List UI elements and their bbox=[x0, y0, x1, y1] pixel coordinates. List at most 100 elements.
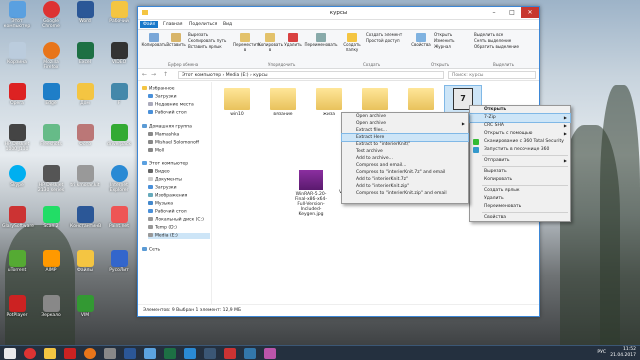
desktop-icon-kit[interactable]: tri kmorar.kit bbox=[70, 165, 100, 188]
desktop-icon-scan[interactable]: Scan 2 bbox=[36, 206, 66, 229]
desktop-icon-paintnet[interactable]: Paint.net bbox=[104, 206, 134, 229]
nav-pictures[interactable]: Изображения bbox=[148, 193, 187, 199]
taskbar-store-icon[interactable] bbox=[144, 348, 156, 359]
cut-button[interactable]: Вырезать bbox=[188, 32, 208, 37]
copy-button[interactable]: Копировать bbox=[141, 33, 167, 48]
sub-compress-email[interactable]: Compress and email... bbox=[342, 162, 468, 169]
edit-button[interactable]: Изменить bbox=[434, 38, 455, 43]
taskbar-player-icon[interactable] bbox=[64, 348, 76, 359]
rename-button[interactable]: Переименовать bbox=[304, 33, 338, 48]
easy-access-button[interactable]: Простой доступ bbox=[366, 38, 400, 43]
desktop-icon-hp2130[interactable]: HP Deskjet 2130 series bbox=[36, 165, 66, 193]
file-item[interactable]: win10 bbox=[219, 88, 255, 117]
select-none-button[interactable]: Снять выделение bbox=[474, 38, 511, 43]
sub-open-archive[interactable]: Open archive bbox=[342, 113, 468, 120]
menu-7zip[interactable]: 7-Zip ▶ bbox=[469, 113, 571, 123]
nav-favorites[interactable]: Избранное bbox=[142, 86, 175, 92]
menu-rename[interactable]: Переименовать bbox=[470, 203, 570, 211]
file-item[interactable]: вязание bbox=[265, 88, 301, 117]
nav-recent[interactable]: Недавние места bbox=[148, 102, 194, 108]
taskbar-chrome-icon[interactable] bbox=[24, 348, 36, 359]
properties-button[interactable]: Свойства bbox=[410, 33, 432, 48]
desktop-icon-video[interactable]: VIDEO bbox=[104, 42, 134, 65]
nav-drive-e[interactable]: Media (E:) bbox=[148, 233, 210, 239]
breadcrumb-computer[interactable]: Этот компьютер bbox=[182, 73, 221, 78]
taskbar-ie-icon[interactable] bbox=[184, 348, 196, 359]
desktop-icon-chrome[interactable]: Google Chrome bbox=[36, 1, 66, 29]
desktop-icon-konst[interactable]: КонстантинВ bbox=[70, 206, 101, 229]
paste-shortcut-button[interactable]: Вставить ярлык bbox=[188, 44, 222, 49]
desktop-icon-recycle[interactable]: Корзина bbox=[2, 42, 32, 65]
desktop-icon-work[interactable]: Рабочий bbox=[104, 1, 134, 24]
paste-button[interactable]: Вставить bbox=[166, 33, 186, 48]
nav-network[interactable]: Сеть bbox=[142, 247, 160, 253]
title-bar[interactable]: курсы – □ ✕ bbox=[138, 7, 539, 20]
desktop-icon-driverpack[interactable]: driverpack bbox=[104, 124, 134, 147]
taskbar-firefox-icon[interactable] bbox=[84, 348, 96, 359]
file-item[interactable] bbox=[403, 88, 439, 112]
forward-arrow-icon[interactable]: → bbox=[151, 71, 156, 78]
move-to-button[interactable]: Переместить в bbox=[233, 33, 261, 52]
history-button[interactable]: Журнал bbox=[434, 44, 451, 49]
start-button[interactable] bbox=[4, 348, 16, 359]
nav-desktop[interactable]: Рабочий стол bbox=[148, 110, 187, 116]
nav-desktop-pc[interactable]: Рабочий стол bbox=[148, 209, 187, 215]
nav-this-pc[interactable]: Этот компьютер bbox=[142, 161, 188, 167]
nav-homegroup[interactable]: Домашняя группа bbox=[142, 124, 192, 130]
tab-file[interactable]: Файл bbox=[140, 21, 159, 28]
new-item-button[interactable]: Создать элемент bbox=[366, 32, 402, 37]
file-item[interactable]: WinRAR-5.20-Final-x86-x64-Full-Version-I… bbox=[293, 170, 329, 217]
desktop-icon-aimp[interactable]: AIMP bbox=[36, 250, 66, 273]
tab-share[interactable]: Поделиться bbox=[186, 21, 220, 28]
tab-home[interactable]: Главная bbox=[160, 21, 185, 28]
clock[interactable]: 11:52 21.04.2017 bbox=[610, 347, 636, 359]
desktop-icon-vim[interactable]: VIM bbox=[70, 295, 100, 318]
menu-create-shortcut[interactable]: Создать ярлык bbox=[470, 187, 570, 195]
desktop-icon-word[interactable]: Word bbox=[70, 1, 100, 24]
desktop-icon-ie[interactable]: Internet Explorer bbox=[104, 165, 134, 193]
nav-documents[interactable]: Документы bbox=[148, 177, 182, 183]
menu-properties[interactable]: Свойства bbox=[470, 214, 570, 222]
taskbar-app-icon[interactable] bbox=[204, 348, 216, 359]
nav-hg-moll[interactable]: Moll bbox=[148, 148, 164, 154]
maximize-button[interactable]: □ bbox=[503, 7, 521, 18]
nav-drive-c[interactable]: Локальный диск (C:) bbox=[148, 217, 204, 223]
desktop-icon-glary[interactable]: GlarySoftware bbox=[2, 206, 34, 229]
desktop-icon-potplayer[interactable]: PotPlayer bbox=[2, 295, 32, 318]
desktop-icon-freeshots[interactable]: Freeshots bbox=[36, 124, 66, 147]
taskbar-app-icon[interactable] bbox=[264, 348, 276, 359]
menu-send-to[interactable]: Отправить ▶ bbox=[470, 157, 570, 165]
sub-extract-to[interactable]: Extract to "interierKnit\" bbox=[342, 141, 468, 148]
desktop-icon-firefox[interactable]: Mozilla Firefox bbox=[36, 42, 66, 70]
desktop-icon-computer[interactable]: Этот компьютер bbox=[2, 1, 32, 29]
minimize-button[interactable]: – bbox=[485, 7, 503, 18]
sub-extract-files[interactable]: Extract files... bbox=[342, 127, 468, 134]
invert-selection-button[interactable]: Обратить выделение bbox=[474, 44, 519, 49]
desktop-icon-files[interactable]: Файлы bbox=[70, 250, 100, 273]
menu-open[interactable]: Открыть bbox=[470, 106, 570, 114]
breadcrumb-courses[interactable]: курсы bbox=[253, 73, 267, 78]
desktop-icon-excel[interactable]: Excel bbox=[70, 42, 100, 65]
sub-add-zip[interactable]: Add to "interierKnit.zip" bbox=[342, 183, 468, 190]
desktop-icon-f[interactable]: F bbox=[104, 83, 134, 106]
back-arrow-icon[interactable]: ← bbox=[142, 71, 147, 78]
taskbar-app-icon[interactable] bbox=[224, 348, 236, 359]
menu-crc-sha[interactable]: CRC SHA ▶ bbox=[470, 122, 570, 130]
up-arrow-icon[interactable]: ↑ bbox=[163, 71, 168, 78]
file-item[interactable] bbox=[357, 88, 393, 112]
nav-hg-mishael[interactable]: Mishael Solomonoff bbox=[148, 140, 199, 146]
nav-music[interactable]: Музыка bbox=[148, 201, 173, 207]
menu-sandbox-360[interactable]: Запустить в песочнице 360 bbox=[470, 146, 570, 154]
nav-video[interactable]: Видео bbox=[148, 169, 170, 175]
sub-compress-zip-email[interactable]: Compress to "interierKnit.zip" and email bbox=[342, 190, 468, 197]
menu-open-with[interactable]: Открыть с помощью ▶ bbox=[470, 130, 570, 138]
taskbar-excel-icon[interactable] bbox=[164, 348, 176, 359]
desktop-icon-skype[interactable]: Skype bbox=[2, 165, 32, 188]
nav-downloads-pc[interactable]: Загрузки bbox=[148, 185, 177, 191]
breadcrumb-media[interactable]: Media (E:) bbox=[226, 73, 249, 78]
search-input[interactable]: Поиск: курсы bbox=[448, 71, 536, 79]
desktop-icon-utorrent[interactable]: uTorrent bbox=[2, 250, 32, 273]
desktop-icon-rusolit[interactable]: РусоЛит bbox=[104, 250, 134, 273]
desktop-icon-home[interactable]: Дом bbox=[70, 83, 100, 106]
nav-drive-d[interactable]: Temp (D:) bbox=[148, 225, 177, 231]
